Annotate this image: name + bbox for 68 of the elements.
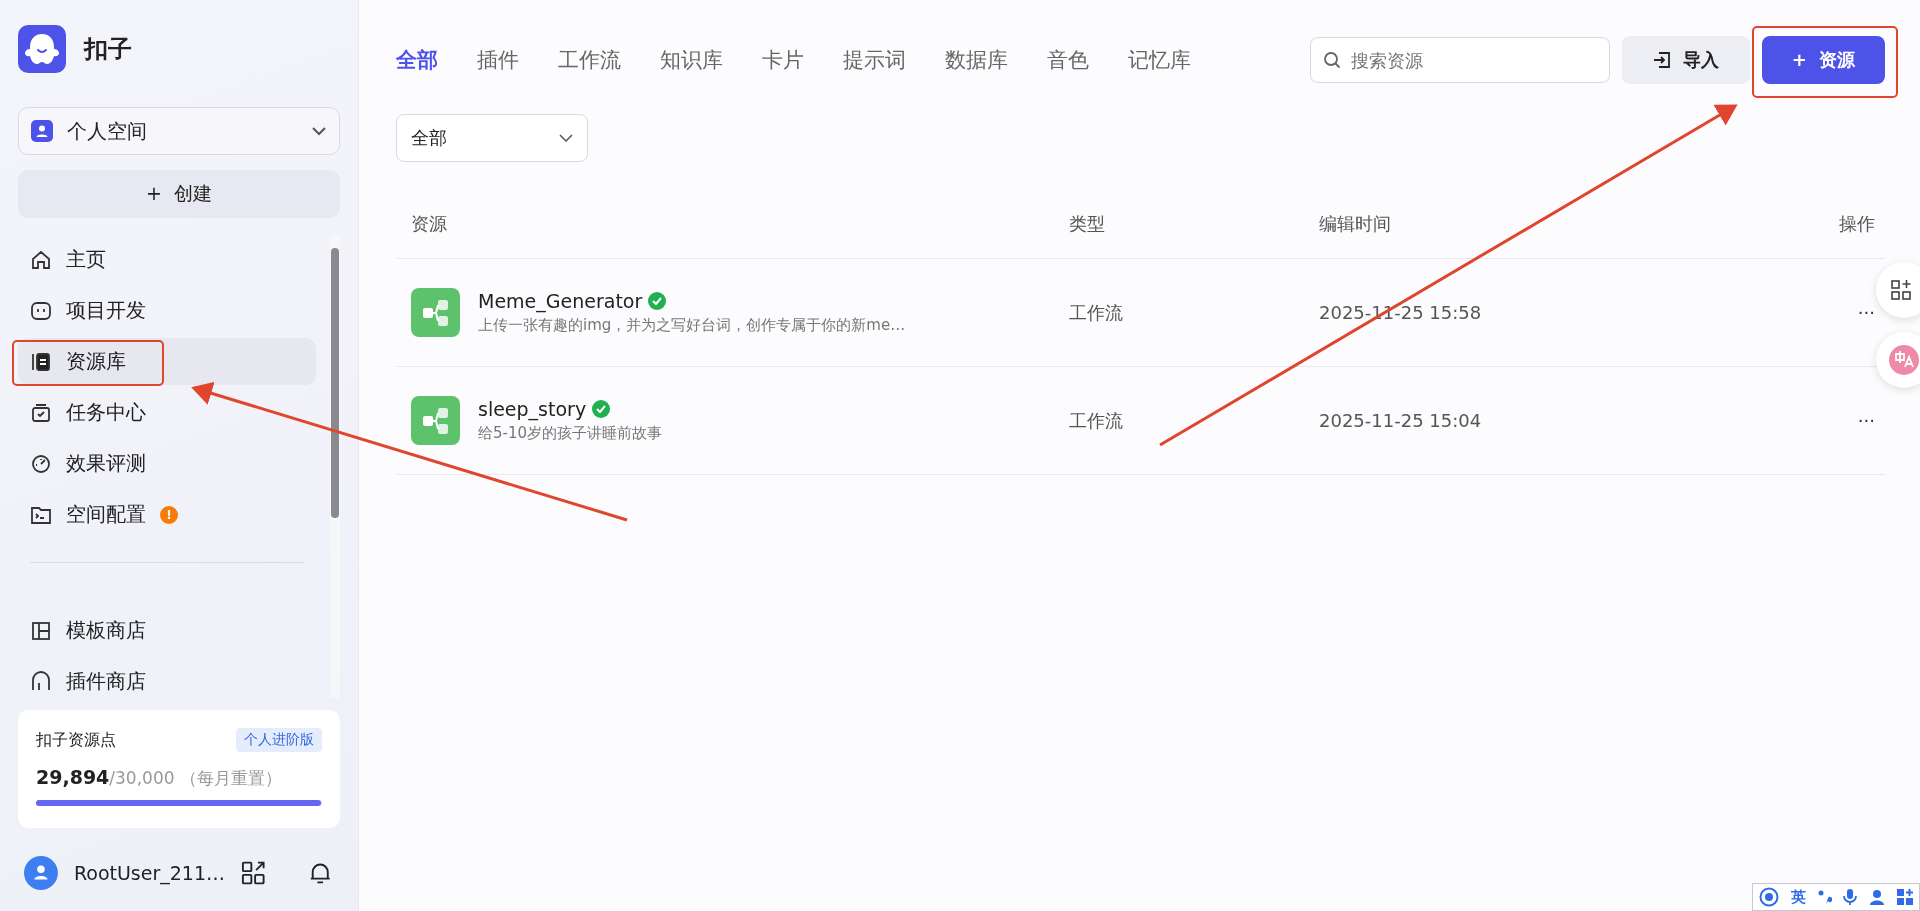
search-field[interactable]: 搜索资源 xyxy=(1310,37,1610,83)
nav-item[interactable]: 主页 xyxy=(18,236,316,283)
table-cell-text: 2025-11-25 15:04 xyxy=(1318,410,1483,431)
task-icon xyxy=(30,401,52,424)
nav-item[interactable]: 插件商店 xyxy=(18,658,316,698)
apps-icon[interactable] xyxy=(241,860,266,886)
microphone-icon[interactable] xyxy=(1843,888,1858,906)
tab[interactable]: 知识库 xyxy=(660,46,723,74)
create-button[interactable]: + 创建 xyxy=(18,170,340,218)
gauge-icon xyxy=(30,452,52,475)
chevron-icon xyxy=(559,134,573,142)
apps-icon xyxy=(1890,279,1912,301)
filter-select[interactable]: 全部 xyxy=(396,114,588,162)
nav-item[interactable]: 任务中心 xyxy=(18,389,316,436)
nav-item[interactable]: 效果评测 xyxy=(18,440,316,487)
tab[interactable]: 插件 xyxy=(477,46,519,74)
column-header: 类型 xyxy=(1068,212,1106,236)
chevron-icon xyxy=(311,126,327,136)
import-icon xyxy=(1653,51,1671,69)
add-resource-button[interactable]: + 资源 xyxy=(1762,36,1885,84)
resource-description: 上传一张有趣的img，并为之写好台词，创作专属于你的新me… xyxy=(478,316,906,335)
resource-name[interactable]: Meme_Generator xyxy=(478,290,643,312)
grid-icon xyxy=(30,619,52,642)
tab[interactable]: 数据库 xyxy=(945,46,1008,74)
points-count: 29,894/30,000 （每月重置） xyxy=(36,766,283,790)
column-header: 编辑时间 xyxy=(1318,212,1392,236)
plug-icon xyxy=(30,670,52,693)
translate-icon xyxy=(1889,345,1919,375)
plan-badge: 个人进阶版 xyxy=(236,728,322,752)
person-icon[interactable] xyxy=(1869,889,1886,905)
home-icon xyxy=(30,248,52,271)
space-selector[interactable]: 个人空间 xyxy=(18,107,340,155)
tab[interactable]: 工作流 xyxy=(558,46,621,74)
punctuation-icon[interactable] xyxy=(1817,889,1832,905)
person-icon xyxy=(31,120,53,142)
tab[interactable]: 记忆库 xyxy=(1128,46,1191,74)
float-button[interactable] xyxy=(1876,262,1920,318)
more-button[interactable]: ··· xyxy=(1857,410,1885,431)
table-cell-text: 工作流 xyxy=(1068,408,1124,433)
logo-icon xyxy=(18,25,66,73)
nav-item[interactable]: 资源库 xyxy=(18,338,316,385)
grid-icon[interactable] xyxy=(1897,889,1914,905)
search-icon xyxy=(1323,51,1341,69)
brand-name: 扣子 xyxy=(84,34,132,65)
library-icon xyxy=(30,350,52,373)
scrollbar[interactable] xyxy=(330,236,340,698)
nav-item[interactable]: 项目开发 xyxy=(18,287,316,334)
bot-icon xyxy=(30,299,52,322)
resource-name[interactable]: sleep_story xyxy=(478,398,587,420)
tab[interactable]: 提示词 xyxy=(843,46,906,74)
resource-description: 给5-10岁的孩子讲睡前故事 xyxy=(478,424,663,443)
workflow-icon xyxy=(411,396,460,445)
import-button[interactable]: 导入 xyxy=(1622,36,1750,84)
alert-badge: ! xyxy=(160,505,178,524)
tab[interactable]: 卡片 xyxy=(762,46,804,74)
tab[interactable]: 全部 xyxy=(396,46,438,74)
language-toggle[interactable]: 英 xyxy=(1790,887,1806,907)
user-name[interactable]: RootUser_211… xyxy=(73,862,226,884)
table-cell-text: 工作流 xyxy=(1068,300,1124,325)
column-header: 操作 xyxy=(1838,212,1876,236)
avatar-icon[interactable] xyxy=(24,855,58,891)
nav-item[interactable]: 空间配置 ! xyxy=(18,491,316,538)
logo-icon[interactable] xyxy=(1758,887,1779,907)
nav-item[interactable]: 模板商店 xyxy=(18,607,316,654)
column-header: 资源 xyxy=(410,212,448,236)
points-title: 扣子资源点 xyxy=(36,729,116,751)
tab[interactable]: 音色 xyxy=(1047,46,1089,74)
workflow-icon xyxy=(411,288,460,337)
